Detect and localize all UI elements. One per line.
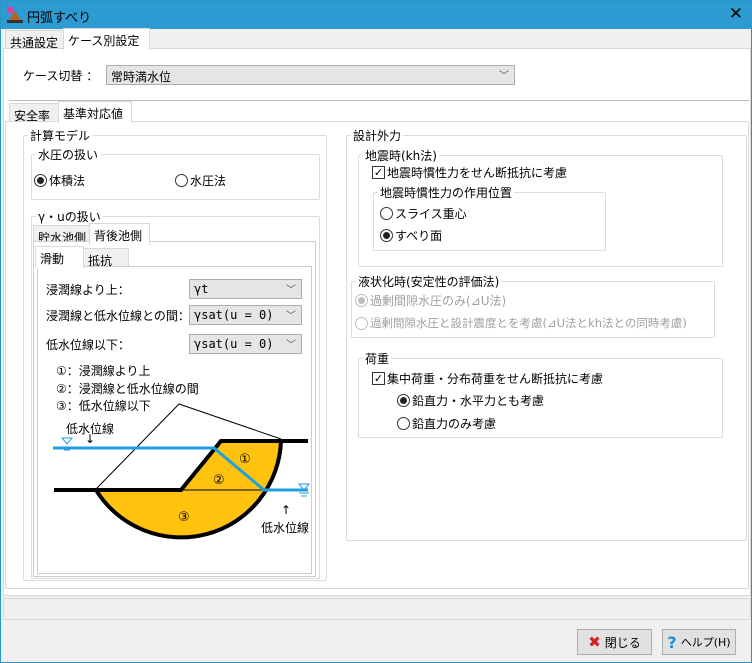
legend-item: ①：浸潤線より上 — [56, 364, 151, 378]
liquefaction-title: 液状化時(安定性の評価法) — [356, 273, 502, 290]
radio-icon — [34, 174, 47, 187]
chevron-down-icon: ﹀ — [499, 71, 509, 82]
close-button[interactable]: ✖ 閉じる — [577, 629, 652, 655]
radio-icon — [380, 229, 393, 242]
radio-excess-pore-only: 過剰間隙水圧のみ(⊿U法) — [355, 292, 506, 309]
above-seepage-select[interactable]: γt ﹀ — [189, 279, 302, 299]
x-icon: ✖ — [588, 633, 601, 651]
tab-back-pond-side[interactable]: 背後池側 — [89, 223, 150, 245]
radio-label: 鉛直力・水平力とも考慮 — [412, 394, 545, 408]
calc-model-title: 計算モデル — [28, 127, 93, 144]
checkbox-label: 集中荷重・分布荷重をせん断抵抗に考慮 — [387, 372, 604, 386]
tab-standard-values[interactable]: 基準対応値 — [58, 101, 132, 123]
radio-label: 水圧法 — [190, 174, 227, 188]
chevron-down-icon: ﹀ — [286, 340, 296, 351]
earthquake-title: 地震時(kh法) — [363, 147, 439, 164]
title-bar: 円弧すべり ✕ — [1, 1, 752, 29]
select-value: γsat(u = 0) — [194, 337, 274, 351]
row-label: 浸潤線と低水位線との間： — [46, 309, 190, 323]
below-low-water-select[interactable]: γsat(u = 0) ﹀ — [189, 334, 302, 354]
radio-vertical-only[interactable]: 鉛直力のみ考慮 — [397, 415, 496, 432]
tab-safety-factor[interactable]: 安全率 — [9, 103, 59, 123]
radio-label: 体積法 — [49, 174, 86, 188]
load-shear-checkbox[interactable]: ✓ 集中荷重・分布荷重をせん断抵抗に考慮 — [372, 370, 603, 387]
eq-inertia-checkbox[interactable]: ✓ 地震時慣性力をせん断抵抗に考慮 — [372, 164, 567, 181]
radio-label: 過剰間隙水圧のみ(⊿U法) — [370, 294, 507, 308]
tab-common-settings[interactable]: 共通設定 — [5, 30, 64, 50]
low-water-label-right: 低水位線 — [261, 520, 309, 535]
tab-resistance[interactable]: 抵抗 — [83, 248, 129, 268]
design-force-title: 設計外力 — [351, 127, 404, 144]
select-value: γt — [194, 282, 209, 296]
help-button-label: ヘルプ(H) — [680, 636, 731, 649]
radio-label: すべり面 — [395, 229, 443, 243]
row-label: 浸潤線より上： — [46, 283, 130, 297]
water-pressure-title: 水圧の扱い — [36, 146, 101, 163]
help-button[interactable]: ? ヘルプ(H) — [662, 629, 736, 655]
check-icon: ✓ — [372, 166, 385, 179]
chevron-down-icon: ﹀ — [286, 285, 296, 296]
radio-icon — [175, 174, 188, 187]
arrow-down-icon: ↓ — [85, 432, 95, 446]
inertia-position-title: 地震時慣性力の作用位置 — [378, 184, 515, 201]
region-label: ① — [239, 452, 251, 467]
region-label: ③ — [178, 510, 190, 525]
row-label: 低水位線以下： — [46, 338, 131, 352]
window-title: 円弧すべり — [27, 11, 92, 26]
radio-icon — [397, 394, 410, 407]
radio-vertical-horizontal[interactable]: 鉛直力・水平力とも考慮 — [397, 392, 544, 409]
chevron-down-icon: ﹀ — [286, 311, 296, 322]
arrow-up-icon: ↑ — [281, 503, 291, 517]
radio-icon — [355, 294, 368, 307]
radio-icon — [380, 207, 393, 220]
tab-sliding[interactable]: 滑動 — [35, 246, 84, 268]
select-value: γsat(u = 0) — [194, 308, 274, 322]
close-icon[interactable]: ✕ — [729, 4, 743, 24]
radio-icon — [355, 316, 368, 330]
radio-pressure-method[interactable]: 水圧法 — [175, 172, 226, 189]
help-icon: ? — [667, 632, 677, 652]
close-button-label: 閉じる — [604, 635, 641, 650]
case-switch-value: 常時満水位 — [111, 70, 172, 84]
load-title: 荷重 — [363, 350, 392, 367]
tab-case-settings[interactable]: ケース別設定 — [63, 28, 150, 50]
radio-excess-pore-and-seismic: 過剰間隙水圧と設計震度とを考慮(⊿U法とkh法との同時考慮) — [355, 315, 687, 331]
slope-diagram: 低水位線 ↓ 低水位線 ↑ ① ② ③ — [53, 403, 311, 540]
status-bar — [3, 598, 751, 620]
radio-label: スライス重心 — [395, 207, 467, 221]
region-label: ② — [213, 473, 225, 488]
case-switch-label: ケース切替 ： — [23, 69, 99, 83]
radio-icon — [397, 417, 410, 430]
radio-label: 鉛直力のみ考慮 — [412, 417, 497, 431]
radio-volume-method[interactable]: 体積法 — [34, 172, 85, 189]
app-icon — [7, 7, 23, 23]
between-lines-select[interactable]: γsat(u = 0) ﹀ — [189, 305, 302, 325]
radio-slip-surface[interactable]: すべり面 — [380, 227, 442, 244]
case-switch-select[interactable]: 常時満水位 ﹀ — [106, 65, 515, 85]
checkbox-label: 地震時慣性力をせん断抵抗に考慮 — [387, 166, 568, 180]
radio-slice-centroid[interactable]: スライス重心 — [380, 205, 467, 222]
check-icon: ✓ — [372, 372, 385, 385]
radio-label: 過剰間隙水圧と設計震度とを考慮(⊿U法とkh法との同時考慮) — [370, 316, 687, 330]
